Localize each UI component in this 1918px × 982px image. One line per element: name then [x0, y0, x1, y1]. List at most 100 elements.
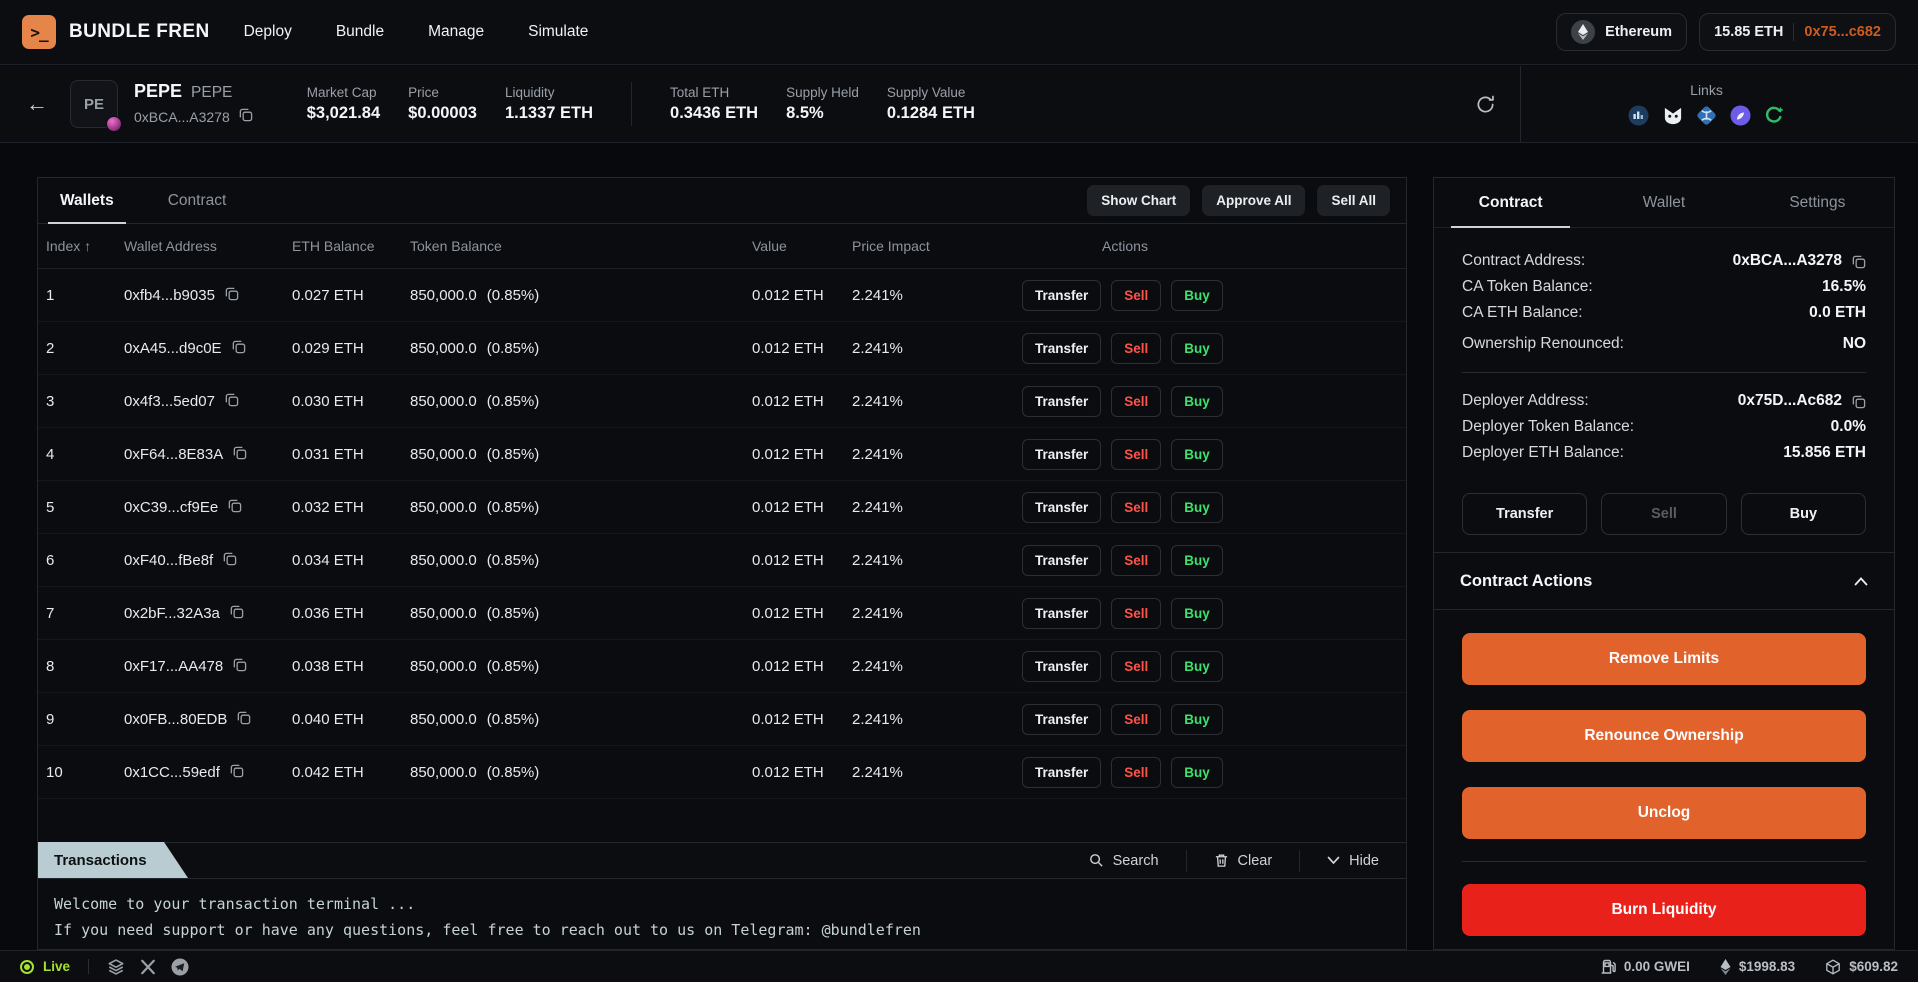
- copy-icon[interactable]: [229, 763, 244, 778]
- transfer-button[interactable]: Transfer: [1022, 333, 1101, 364]
- hide-button[interactable]: Hide: [1299, 850, 1406, 872]
- row-wallet-address: 0xA45...d9c0E: [124, 340, 222, 357]
- info-value: 0.0%: [1831, 414, 1866, 440]
- sell-button[interactable]: Sell: [1111, 439, 1161, 470]
- transfer-button[interactable]: Transfer: [1022, 280, 1101, 311]
- search-button[interactable]: Search: [1062, 850, 1186, 872]
- transfer-sidebar-button[interactable]: Transfer: [1462, 493, 1587, 535]
- tab-contract[interactable]: Contract: [162, 178, 233, 223]
- contract-actions-header[interactable]: Contract Actions: [1434, 552, 1894, 610]
- purple-dex-link-icon[interactable]: [1730, 105, 1751, 126]
- buy-button[interactable]: Buy: [1171, 439, 1223, 470]
- copy-icon[interactable]: [1851, 394, 1866, 409]
- transactions-section: Transactions Search Clear Hide Welcome t…: [38, 842, 1406, 949]
- transfer-button[interactable]: Transfer: [1022, 386, 1101, 417]
- sell-button[interactable]: Sell: [1111, 545, 1161, 576]
- buy-button[interactable]: Buy: [1171, 280, 1223, 311]
- buy-button[interactable]: Buy: [1171, 333, 1223, 364]
- copy-icon[interactable]: [224, 392, 239, 407]
- brand[interactable]: >_ BUNDLE FREN: [22, 15, 210, 49]
- token-address-copy[interactable]: [238, 107, 253, 127]
- transfer-button[interactable]: Transfer: [1022, 704, 1101, 735]
- tab-wallets[interactable]: Wallets: [54, 178, 120, 223]
- show-chart-button[interactable]: Show Chart: [1087, 185, 1190, 216]
- unclog-button[interactable]: Unclog: [1462, 787, 1866, 839]
- col-wallet-address: Wallet Address: [124, 238, 292, 254]
- sell-button[interactable]: Sell: [1111, 757, 1161, 788]
- buy-button[interactable]: Buy: [1171, 651, 1223, 682]
- transfer-button[interactable]: Transfer: [1022, 545, 1101, 576]
- layers-icon[interactable]: [107, 958, 125, 976]
- sell-button[interactable]: Sell: [1111, 704, 1161, 735]
- sell-sidebar-button[interactable]: Sell: [1601, 493, 1726, 535]
- back-arrow-icon[interactable]: ←: [26, 91, 48, 117]
- wallet-table-row: 2 0xA45...d9c0E 0.029 ETH 850,000.0(0.85…: [38, 322, 1406, 375]
- buy-button[interactable]: Buy: [1171, 704, 1223, 735]
- sell-button[interactable]: Sell: [1111, 492, 1161, 523]
- remove-limits-button[interactable]: Remove Limits: [1462, 633, 1866, 685]
- info-row: CA ETH Balance:0.0 ETH: [1462, 300, 1866, 326]
- terminal-line: Welcome to your transaction terminal ...: [54, 891, 1390, 917]
- approve-all-button[interactable]: Approve All: [1202, 185, 1305, 216]
- copy-icon[interactable]: [232, 657, 247, 672]
- sell-button[interactable]: Sell: [1111, 386, 1161, 417]
- chevron-up-icon[interactable]: [1854, 577, 1868, 586]
- transfer-button[interactable]: Transfer: [1022, 439, 1101, 470]
- actions-divider: [1462, 861, 1866, 862]
- sell-button[interactable]: Sell: [1111, 280, 1161, 311]
- wallet-pill[interactable]: 15.85 ETH 0x75...c682: [1699, 13, 1896, 51]
- copy-icon[interactable]: [232, 445, 247, 460]
- owl-link-icon[interactable]: [1662, 105, 1683, 126]
- clear-button[interactable]: Clear: [1186, 850, 1300, 872]
- buy-button[interactable]: Buy: [1171, 492, 1223, 523]
- sidebar-tab-settings[interactable]: Settings: [1741, 178, 1894, 227]
- sell-button[interactable]: Sell: [1111, 651, 1161, 682]
- sell-button[interactable]: Sell: [1111, 598, 1161, 629]
- deployer-info-list: Deployer Address:0x75D...Ac682 Deployer …: [1462, 388, 1866, 466]
- sidebar-tab-contract[interactable]: Contract: [1434, 178, 1587, 227]
- transfer-button[interactable]: Transfer: [1022, 492, 1101, 523]
- burn-liquidity-button[interactable]: Burn Liquidity: [1462, 884, 1866, 936]
- dexscreener-link-icon[interactable]: [1696, 105, 1717, 126]
- copy-icon[interactable]: [231, 339, 246, 354]
- info-value: 15.856 ETH: [1783, 440, 1866, 466]
- refresh-icon[interactable]: [1475, 94, 1496, 115]
- row-value: 0.012 ETH: [752, 340, 852, 357]
- renounce-ownership-button[interactable]: Renounce Ownership: [1462, 710, 1866, 762]
- token-links: Links: [1520, 66, 1892, 142]
- copy-icon[interactable]: [229, 604, 244, 619]
- nav-item-manage[interactable]: Manage: [428, 23, 484, 41]
- buy-button[interactable]: Buy: [1171, 386, 1223, 417]
- buy-button[interactable]: Buy: [1171, 545, 1223, 576]
- x-twitter-icon[interactable]: [140, 959, 156, 975]
- dextools-link-icon[interactable]: [1628, 105, 1649, 126]
- sort-arrow-icon[interactable]: ↑: [84, 238, 91, 254]
- nav-item-bundle[interactable]: Bundle: [336, 23, 384, 41]
- copy-icon[interactable]: [236, 710, 251, 725]
- copy-icon[interactable]: [224, 286, 239, 301]
- info-label: CA Token Balance:: [1462, 274, 1593, 300]
- sell-button[interactable]: Sell: [1111, 333, 1161, 364]
- transfer-button[interactable]: Transfer: [1022, 598, 1101, 629]
- sell-all-button[interactable]: Sell All: [1317, 185, 1390, 216]
- copy-icon[interactable]: [238, 107, 253, 122]
- buy-button[interactable]: Buy: [1171, 757, 1223, 788]
- network-selector[interactable]: Ethereum: [1556, 13, 1687, 51]
- token-stats: Market Cap$3,021.84 Price$0.00003 Liquid…: [307, 82, 975, 126]
- telegram-icon[interactable]: [171, 958, 189, 976]
- sidebar-tab-wallet[interactable]: Wallet: [1587, 178, 1740, 227]
- info-label: Deployer Token Balance:: [1462, 414, 1634, 440]
- buy-sidebar-button[interactable]: Buy: [1741, 493, 1866, 535]
- transfer-button[interactable]: Transfer: [1022, 757, 1101, 788]
- row-price-impact: 2.241%: [852, 658, 1022, 675]
- top-navbar: >_ BUNDLE FREN Deploy Bundle Manage Simu…: [0, 0, 1918, 65]
- row-eth-balance: 0.031 ETH: [292, 446, 410, 463]
- nav-item-simulate[interactable]: Simulate: [528, 23, 588, 41]
- nav-item-deploy[interactable]: Deploy: [244, 23, 292, 41]
- gecko-link-icon[interactable]: [1764, 105, 1785, 126]
- copy-icon[interactable]: [227, 498, 242, 513]
- transfer-button[interactable]: Transfer: [1022, 651, 1101, 682]
- copy-icon[interactable]: [222, 551, 237, 566]
- copy-icon[interactable]: [1851, 254, 1866, 269]
- buy-button[interactable]: Buy: [1171, 598, 1223, 629]
